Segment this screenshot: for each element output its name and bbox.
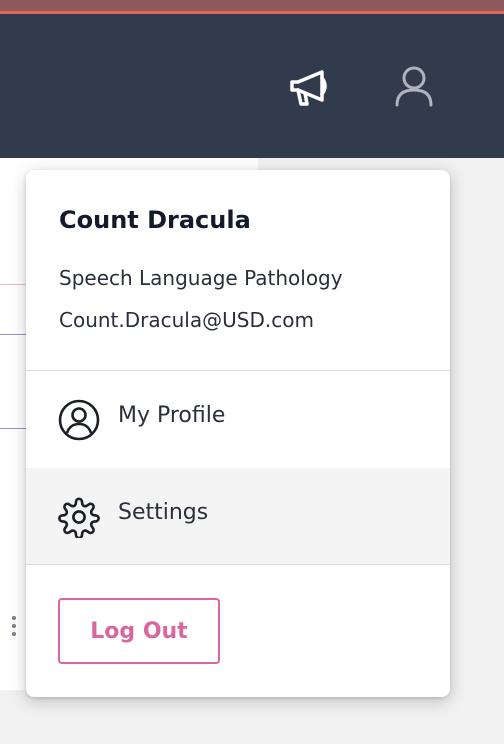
user-circle-icon <box>58 399 100 441</box>
divider <box>26 564 450 565</box>
user-department: Speech Language Pathology <box>59 266 343 290</box>
menu-item-label: Settings <box>118 500 209 525</box>
more-options-icon[interactable] <box>12 616 16 640</box>
menu-item-my-profile[interactable]: My Profile <box>26 371 450 467</box>
megaphone-icon[interactable] <box>288 66 332 110</box>
top-accent-bar <box>0 0 504 14</box>
user-info: Count Dracula Speech Language Pathology … <box>26 170 450 370</box>
menu-item-label: My Profile <box>118 403 226 428</box>
gear-icon <box>58 496 100 538</box>
menu-item-settings[interactable]: Settings <box>26 468 450 564</box>
user-email: Count.Dracula@USD.com <box>59 308 314 332</box>
app-header <box>0 14 504 158</box>
log-out-button[interactable]: Log Out <box>58 598 220 664</box>
user-menu-dropdown: Count Dracula Speech Language Pathology … <box>26 170 450 697</box>
user-name: Count Dracula <box>59 206 251 234</box>
user-icon[interactable] <box>392 64 436 108</box>
